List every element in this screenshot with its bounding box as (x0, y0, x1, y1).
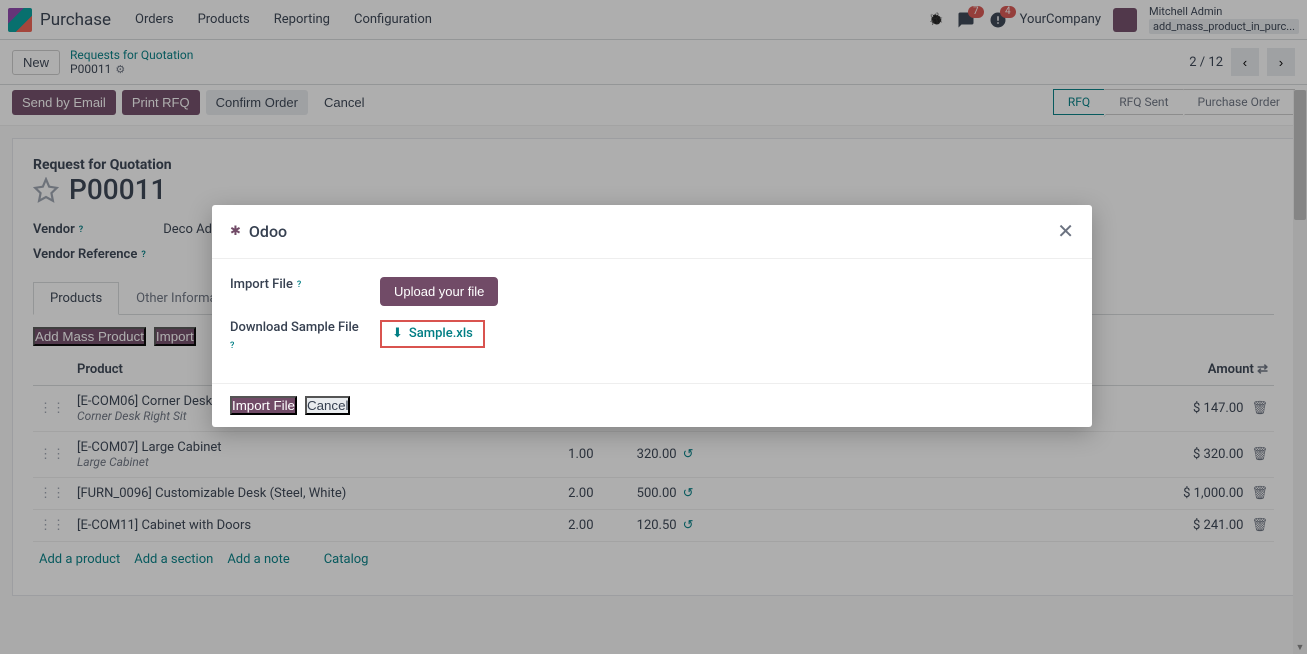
sample-download-link[interactable]: ⬇ Sample.xls (380, 320, 485, 348)
download-icon: ⬇ (392, 326, 403, 341)
help-icon[interactable]: ? (297, 280, 301, 290)
import-modal: ✱ Odoo ✕ Import File? Upload your file D… (212, 205, 1092, 427)
modal-cancel-button[interactable]: Cancel (305, 396, 351, 415)
sample-file-name: Sample.xls (409, 326, 473, 341)
import-file-label: Import File (230, 277, 293, 292)
close-icon[interactable]: ✕ (1057, 219, 1074, 244)
download-sample-label: Download Sample File (230, 320, 359, 335)
import-file-submit-button[interactable]: Import File (230, 396, 297, 415)
bug-icon: ✱ (230, 224, 241, 239)
upload-file-button[interactable]: Upload your file (380, 277, 498, 306)
help-icon[interactable]: ? (230, 341, 234, 351)
modal-title: Odoo (249, 222, 287, 241)
